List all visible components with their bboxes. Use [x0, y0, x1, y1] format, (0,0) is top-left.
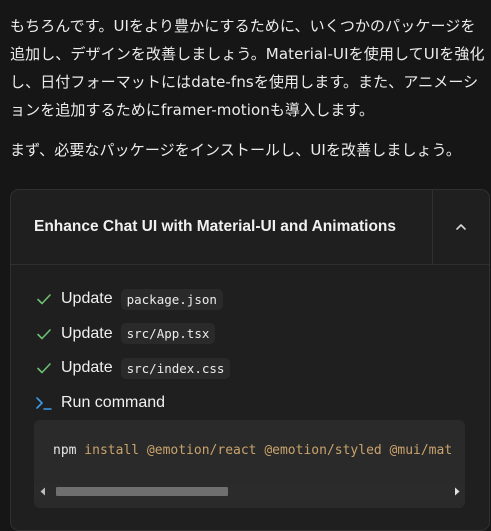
step-item: Update package.json [35, 282, 230, 317]
command-line: npm install @emotion/react @emotion/styl… [53, 443, 452, 458]
triangle-left-icon [40, 487, 45, 496]
check-icon [35, 290, 53, 308]
chevron-up-icon [456, 224, 466, 230]
command-args: install @emotion/react @emotion/styled @… [76, 443, 453, 458]
message-paragraph: まず、必要なパッケージをインストールし、UIを改善しましょう。 [10, 141, 461, 159]
assistant-message: もちろんです。UIをより豊かにするために、いくつかのパッケージを追加し、デザイン… [10, 12, 486, 164]
check-icon [35, 325, 53, 343]
command-code-block[interactable]: npm install @emotion/react @emotion/styl… [34, 420, 465, 508]
horizontal-scrollbar[interactable] [34, 483, 465, 500]
step-item: Run command [35, 386, 230, 421]
message-paragraph: もちろんです。UIをより豊かにするために、いくつかのパッケージを追加し、デザイン… [10, 17, 485, 119]
scroll-right-button[interactable] [448, 483, 465, 500]
artifact-card-header[interactable]: Enhance Chat UI with Material-UI and Ani… [11, 190, 489, 265]
step-item: Update src/App.tsx [35, 317, 230, 352]
artifact-card: Enhance Chat UI with Material-UI and Ani… [10, 189, 490, 531]
terminal-icon [35, 394, 53, 412]
scrollbar-thumb[interactable] [56, 487, 228, 496]
artifact-title: Enhance Chat UI with Material-UI and Ani… [34, 218, 396, 235]
triangle-right-icon [454, 487, 459, 496]
check-icon [35, 359, 53, 377]
scrollbar-track[interactable] [51, 487, 448, 496]
file-chip[interactable]: src/App.tsx [120, 323, 216, 345]
file-chip[interactable]: package.json [120, 288, 223, 310]
scroll-left-button[interactable] [34, 483, 51, 500]
step-label: Update [61, 359, 113, 377]
collapse-button[interactable] [432, 190, 489, 264]
step-item: Update src/index.css [35, 351, 231, 386]
file-chip[interactable]: src/index.css [120, 357, 231, 379]
step-label: Update [61, 290, 113, 308]
step-label: Update [61, 324, 113, 342]
step-list: Update package.json Update src/App.tsx U… [35, 282, 231, 421]
step-label: Run command [61, 393, 166, 411]
command-name: npm [53, 443, 77, 458]
